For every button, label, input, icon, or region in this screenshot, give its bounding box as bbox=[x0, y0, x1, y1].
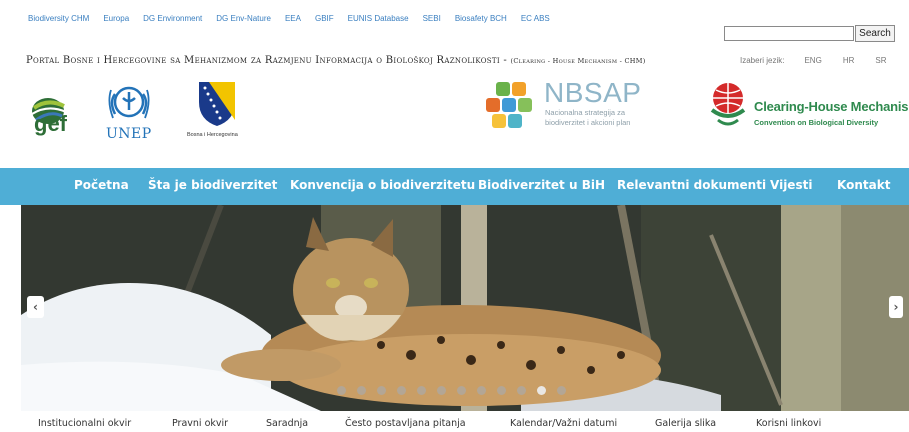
link-saradnja[interactable]: Saradnja bbox=[266, 418, 308, 429]
top-link-europa[interactable]: Europa bbox=[103, 14, 129, 23]
top-link-ec-abs[interactable]: EC ABS bbox=[521, 14, 550, 23]
nav-item-vijesti[interactable]: Vijesti bbox=[770, 178, 812, 192]
slider-next-button[interactable]: › bbox=[889, 296, 903, 318]
link-pravni-okvir[interactable]: Pravni okvir bbox=[172, 418, 228, 429]
link-cesto-postavljana-pitanja[interactable]: Često postavljana pitanja bbox=[345, 418, 466, 429]
nav-item-biodiverzitet-u-bih[interactable]: Biodiverzitet u BiH bbox=[478, 178, 605, 192]
slider-prev-button[interactable]: ‹ bbox=[27, 296, 44, 318]
top-links-bar: Biodiversity CHM Europa DG Environment D… bbox=[28, 14, 564, 23]
chm-globe-logo-icon[interactable] bbox=[708, 80, 748, 136]
language-hr[interactable]: HR bbox=[843, 56, 855, 65]
slider-dot[interactable] bbox=[397, 386, 406, 395]
top-link-eea[interactable]: EEA bbox=[285, 14, 301, 23]
nbsap-title: NBSAP bbox=[544, 77, 642, 108]
main-navigation: Početna Šta je biodiverzitet Konvencija … bbox=[0, 168, 909, 205]
slider-dot[interactable] bbox=[457, 386, 466, 395]
link-galerija-slika[interactable]: Galerija slika bbox=[655, 418, 716, 429]
language-eng[interactable]: ENG bbox=[804, 56, 821, 65]
nav-item-sta-je-biodiverzitet[interactable]: Šta je biodiverzitet bbox=[148, 178, 277, 192]
secondary-navigation: Institucionalni okvir Pravni okvir Sarad… bbox=[0, 413, 909, 432]
link-korisni-linkovi[interactable]: Korisni linkovi bbox=[756, 418, 821, 429]
slider-dot[interactable] bbox=[437, 386, 446, 395]
link-kalendar[interactable]: Kalendar/Važni datumi bbox=[510, 418, 617, 429]
nav-item-pocetna[interactable]: Početna bbox=[74, 178, 129, 192]
language-label: Izaberi jezik: bbox=[740, 56, 785, 65]
slider-dot-active[interactable] bbox=[537, 386, 546, 395]
language-selector: Izaberi jezik: ENG HR SR bbox=[740, 56, 908, 65]
nav-item-relevantni-dokumenti[interactable]: Relevantni dokumenti bbox=[617, 178, 766, 192]
top-link-biodiversity-chm[interactable]: Biodiversity CHM bbox=[28, 14, 89, 23]
top-link-eunis[interactable]: EUNIS Database bbox=[348, 14, 409, 23]
portal-title-sub: (Clearing - House Mechanism - CHM) bbox=[510, 57, 646, 65]
unep-emblem-icon[interactable] bbox=[105, 82, 153, 126]
top-link-biosafety-bch[interactable]: Biosafety BCH bbox=[455, 14, 507, 23]
slider-dot[interactable] bbox=[357, 386, 366, 395]
portal-title-main: Portal Bosne i Hercegovine sa Mehanizmom… bbox=[26, 55, 511, 66]
slider-dot[interactable] bbox=[497, 386, 506, 395]
nbsap-subtitle: Nacionalna strategija za biodiverzitet i… bbox=[545, 108, 631, 127]
top-link-dg-env-nature[interactable]: DG Env-Nature bbox=[216, 14, 271, 23]
top-link-gbif[interactable]: GBIF bbox=[315, 14, 334, 23]
slider-dot[interactable] bbox=[517, 386, 526, 395]
slider-dot[interactable] bbox=[557, 386, 566, 395]
hero-slider-image[interactable] bbox=[21, 205, 909, 411]
top-link-sebi[interactable]: SEBI bbox=[423, 14, 441, 23]
gef-logo-text: gef bbox=[34, 111, 67, 136]
nav-item-kontakt[interactable]: Kontakt bbox=[837, 178, 890, 192]
lynx-photo bbox=[21, 205, 909, 411]
chm-subtitle: Convention on Biological Diversity bbox=[754, 118, 879, 127]
unep-logo-text: UNEP bbox=[106, 126, 152, 142]
link-institucionalni-okvir[interactable]: Institucionalni okvir bbox=[38, 418, 131, 429]
slider-dot[interactable] bbox=[337, 386, 346, 395]
slider-dot[interactable] bbox=[477, 386, 486, 395]
slider-pagination bbox=[337, 386, 566, 395]
chm-title: Clearing-House Mechanism bbox=[754, 99, 909, 114]
bih-coat-of-arms-icon[interactable] bbox=[197, 80, 237, 128]
search-button[interactable]: Search bbox=[855, 25, 895, 42]
bih-logo-text: Bosna i Hercegovina bbox=[187, 132, 238, 138]
portal-title: Portal Bosne i Hercegovine sa Mehanizmom… bbox=[26, 55, 726, 66]
top-link-dg-environment[interactable]: DG Environment bbox=[143, 14, 202, 23]
slider-dot[interactable] bbox=[417, 386, 426, 395]
search-input[interactable] bbox=[724, 26, 854, 41]
language-sr[interactable]: SR bbox=[875, 56, 886, 65]
nav-item-konvencija[interactable]: Konvencija o biodiverzitetu bbox=[290, 178, 475, 192]
nbsap-logo-icon[interactable] bbox=[482, 78, 540, 134]
slider-dot[interactable] bbox=[377, 386, 386, 395]
